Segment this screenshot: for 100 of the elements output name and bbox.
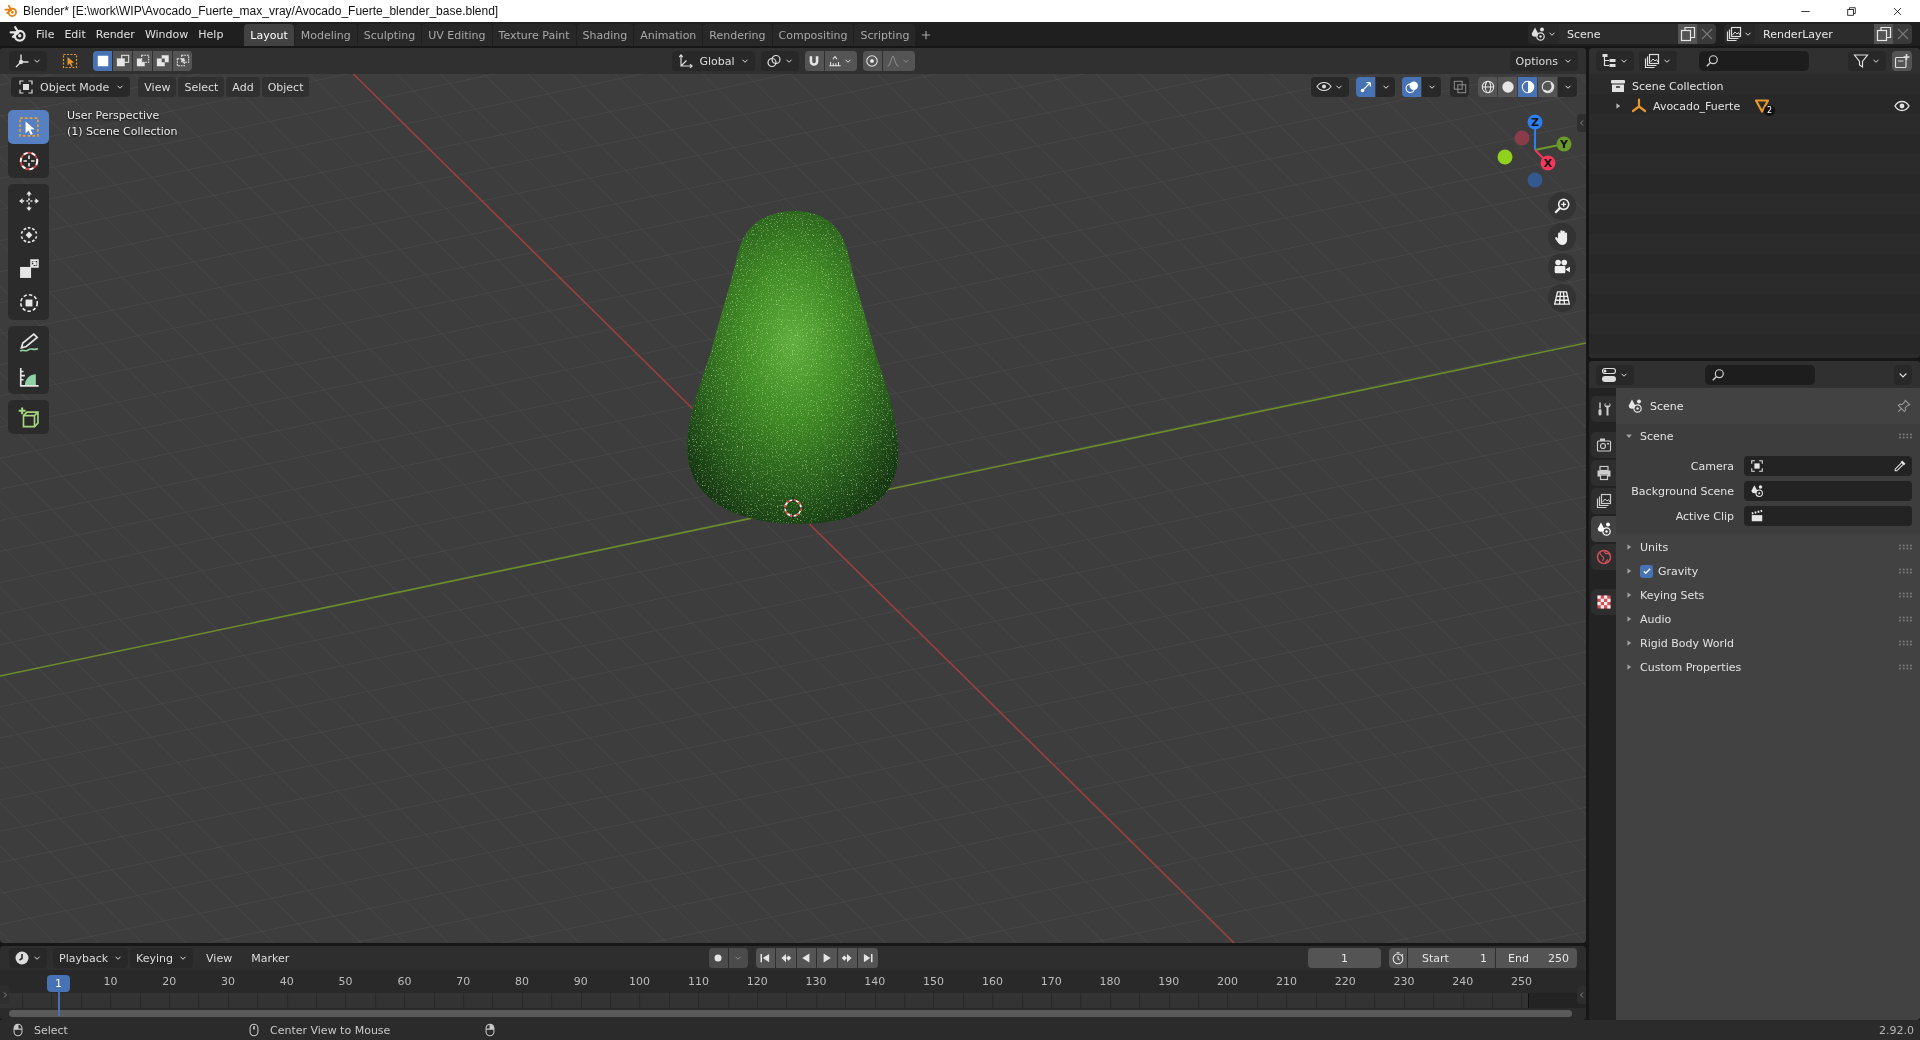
delete-scene-button[interactable] — [1697, 24, 1716, 44]
shading-mode-button[interactable] — [1518, 77, 1537, 97]
auto-keying-toggle[interactable] — [708, 948, 728, 968]
properties-tab[interactable] — [1591, 516, 1616, 542]
id-field[interactable] — [1744, 456, 1912, 476]
gizmo-toggle[interactable] — [1356, 77, 1375, 97]
selection-mode-button[interactable] — [153, 51, 172, 71]
menu-item[interactable]: Object — [261, 77, 310, 97]
display-mode-dropdown[interactable] — [1639, 51, 1677, 71]
shading-mode-button[interactable] — [1498, 77, 1517, 97]
mode-dropdown[interactable]: Object Mode — [11, 77, 131, 97]
axis-ball[interactable] — [1497, 149, 1513, 165]
workspace-tab[interactable]: Modeling — [294, 24, 357, 46]
panel-header[interactable]: Scene — [1616, 424, 1920, 448]
workspace-tab[interactable]: Rendering — [703, 24, 772, 46]
menu-item[interactable]: Edit — [59, 24, 91, 44]
menu-item[interactable]: View — [200, 948, 239, 968]
next-keyframe-button[interactable] — [837, 948, 857, 968]
snap-toggle[interactable] — [804, 51, 824, 71]
selection-mode-button[interactable] — [113, 51, 132, 71]
sidebar-toggle-button[interactable] — [1577, 114, 1586, 132]
workspace-tab[interactable]: Layout — [244, 24, 294, 46]
axis-ball[interactable]: X — [1540, 155, 1556, 171]
pin-button[interactable] — [1897, 399, 1911, 413]
scrollbar-thumb[interactable] — [9, 1010, 1572, 1017]
selection-mode-button[interactable] — [133, 51, 152, 71]
properties-tab[interactable] — [1591, 488, 1616, 514]
workspace-tab[interactable]: Compositing — [772, 24, 854, 46]
workspace-tab[interactable]: Shading — [576, 24, 634, 46]
selection-mode-button[interactable] — [173, 51, 192, 71]
tool-button[interactable] — [8, 110, 49, 144]
id-field[interactable] — [1744, 506, 1912, 526]
shading-mode-button[interactable] — [1478, 77, 1497, 97]
axis-ball[interactable]: Y — [1556, 136, 1572, 152]
checkbox[interactable] — [1640, 564, 1653, 578]
menu-item[interactable]: Window — [139, 24, 194, 44]
menu-dropdown[interactable]: Keying — [130, 948, 194, 968]
menu-item[interactable]: View — [138, 77, 177, 97]
workspace-tab[interactable]: Scripting — [854, 24, 916, 46]
panel-header[interactable]: Custom Properties — [1616, 655, 1920, 679]
filter-dropdown[interactable] — [1848, 51, 1886, 71]
panel-header[interactable]: Gravity — [1616, 559, 1920, 583]
jump-to-start-button[interactable] — [755, 948, 775, 968]
editor-type-button[interactable] — [9, 948, 47, 968]
scene-browse-button[interactable] — [1528, 24, 1559, 44]
start-frame-field[interactable]: Start 1 — [1408, 948, 1495, 968]
current-frame-field[interactable]: 1 — [1308, 948, 1381, 968]
properties-tab[interactable] — [1591, 396, 1616, 422]
channels-toggle-button[interactable] — [0, 986, 9, 1004]
end-frame-field[interactable]: End 250 — [1496, 948, 1577, 968]
menu-item[interactable]: Help — [193, 24, 229, 44]
xray-toggle[interactable] — [1450, 77, 1469, 97]
menu-item[interactable]: Add — [226, 77, 260, 97]
sidebar-toggle-button[interactable] — [1577, 986, 1586, 1004]
panel-header[interactable]: Audio — [1616, 607, 1920, 631]
scene-name-field[interactable]: Scene — [1559, 24, 1678, 44]
selection-mode-button[interactable] — [93, 51, 112, 71]
snap-target-dropdown[interactable] — [824, 51, 857, 71]
properties-tab[interactable] — [1591, 460, 1616, 486]
visibility-dropdown[interactable] — [1311, 77, 1349, 97]
panel-header[interactable]: Keying Sets — [1616, 583, 1920, 607]
play-reverse-button[interactable] — [796, 948, 816, 968]
new-scene-button[interactable] — [1678, 24, 1697, 44]
properties-tab[interactable] — [1591, 589, 1616, 615]
previous-keyframe-button[interactable] — [776, 948, 796, 968]
editor-type-button[interactable] — [1596, 51, 1634, 71]
shading-mode-button[interactable] — [1538, 77, 1557, 97]
play-button[interactable] — [817, 948, 837, 968]
3d-viewport[interactable]: Global Options Object Mode View Select Add Object User Perspective (1) Scene Collection Z Y X — [0, 48, 1586, 943]
menu-item[interactable]: Marker — [245, 948, 296, 968]
workspace-tab[interactable]: Sculpting — [357, 24, 422, 46]
axis-ball[interactable]: Z — [1527, 114, 1543, 130]
outliner-item[interactable]: Avocado_Fuerte — [1631, 98, 1751, 114]
menu-item[interactable]: File — [31, 24, 60, 44]
expand-triangle-icon[interactable] — [1613, 101, 1623, 111]
jump-to-end-button[interactable] — [858, 948, 878, 968]
workspace-tab[interactable]: Animation — [634, 24, 703, 46]
options-dropdown[interactable] — [1894, 364, 1912, 385]
view-layer-browse-button[interactable] — [1724, 24, 1755, 44]
overlay-toggle[interactable] — [1402, 77, 1421, 97]
preview-range-toggle[interactable] — [1389, 948, 1407, 968]
id-field[interactable] — [1744, 481, 1912, 501]
view-layer-name-field[interactable]: RenderLayer — [1755, 24, 1874, 44]
new-collection-button[interactable] — [1892, 51, 1912, 71]
search-field[interactable] — [1699, 51, 1809, 71]
outliner-item[interactable]: Scene Collection — [1610, 78, 1724, 94]
orientation-dropdown[interactable]: Global — [672, 51, 755, 71]
properties-tab[interactable] — [1591, 432, 1616, 458]
new-view-layer-button[interactable] — [1874, 24, 1893, 44]
editor-type-button[interactable] — [1596, 364, 1634, 385]
menu-item[interactable]: Render — [90, 24, 140, 44]
menu-item[interactable]: Select — [178, 77, 225, 97]
workspace-tab[interactable]: Texture Paint — [492, 24, 576, 46]
proportional-editing-toggle[interactable] — [862, 51, 882, 71]
panel-header[interactable]: Rigid Body World — [1616, 631, 1920, 655]
pivot-point-dropdown[interactable] — [760, 51, 799, 71]
panel-header[interactable]: Units — [1616, 535, 1920, 559]
options-dropdown[interactable]: Options — [1509, 51, 1578, 71]
workspace-tab[interactable]: UV Editing — [422, 24, 492, 46]
delete-view-layer-button[interactable] — [1893, 24, 1912, 44]
